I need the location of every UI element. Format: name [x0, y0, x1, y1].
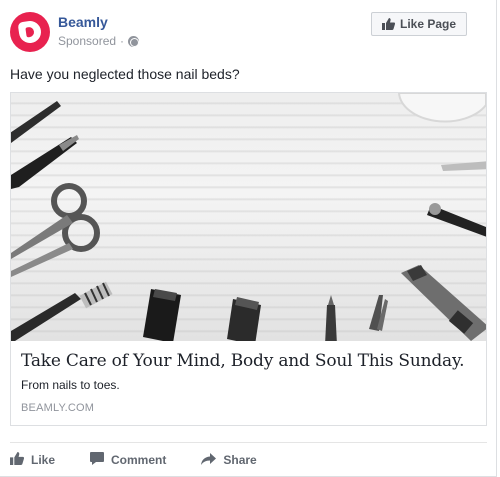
like-button[interactable]: Like: [10, 452, 55, 468]
post-actions: Like Comment Share: [10, 452, 292, 468]
comment-button[interactable]: Comment: [90, 452, 166, 468]
thumbs-up-icon: [381, 18, 395, 30]
share-label: Share: [223, 453, 257, 467]
share-button[interactable]: Share: [201, 452, 257, 468]
globe-icon: [128, 35, 140, 47]
share-icon: [201, 452, 217, 468]
like-page-label: Like Page: [399, 17, 457, 31]
link-domain: BEAMLY.COM: [21, 402, 95, 414]
link-description: From nails to toes.: [21, 378, 120, 392]
like-label: Like: [31, 453, 56, 467]
link-headline[interactable]: Take Care of Your Mind, Body and Soul Th…: [21, 351, 465, 371]
post-meta: Sponsored ·: [58, 34, 140, 48]
link-preview[interactable]: Take Care of Your Mind, Body and Soul Th…: [10, 92, 487, 426]
meta-separator: ·: [120, 34, 125, 48]
page-name-link[interactable]: Beamly: [58, 14, 108, 30]
beamly-logo-icon: [17, 19, 43, 45]
comment-icon: [90, 452, 105, 468]
post-text: Have you neglected those nail beds?: [10, 66, 240, 82]
link-preview-image: [11, 93, 486, 341]
comment-label: Comment: [111, 453, 167, 467]
sponsored-label[interactable]: Sponsored: [58, 34, 116, 48]
like-page-button[interactable]: Like Page: [371, 12, 467, 36]
thumbs-up-icon: [10, 452, 25, 468]
sponsored-post-card: Beamly Sponsored · Like Page Have you ne…: [0, 0, 497, 477]
actions-divider: [10, 442, 487, 443]
page-avatar[interactable]: [10, 12, 50, 52]
